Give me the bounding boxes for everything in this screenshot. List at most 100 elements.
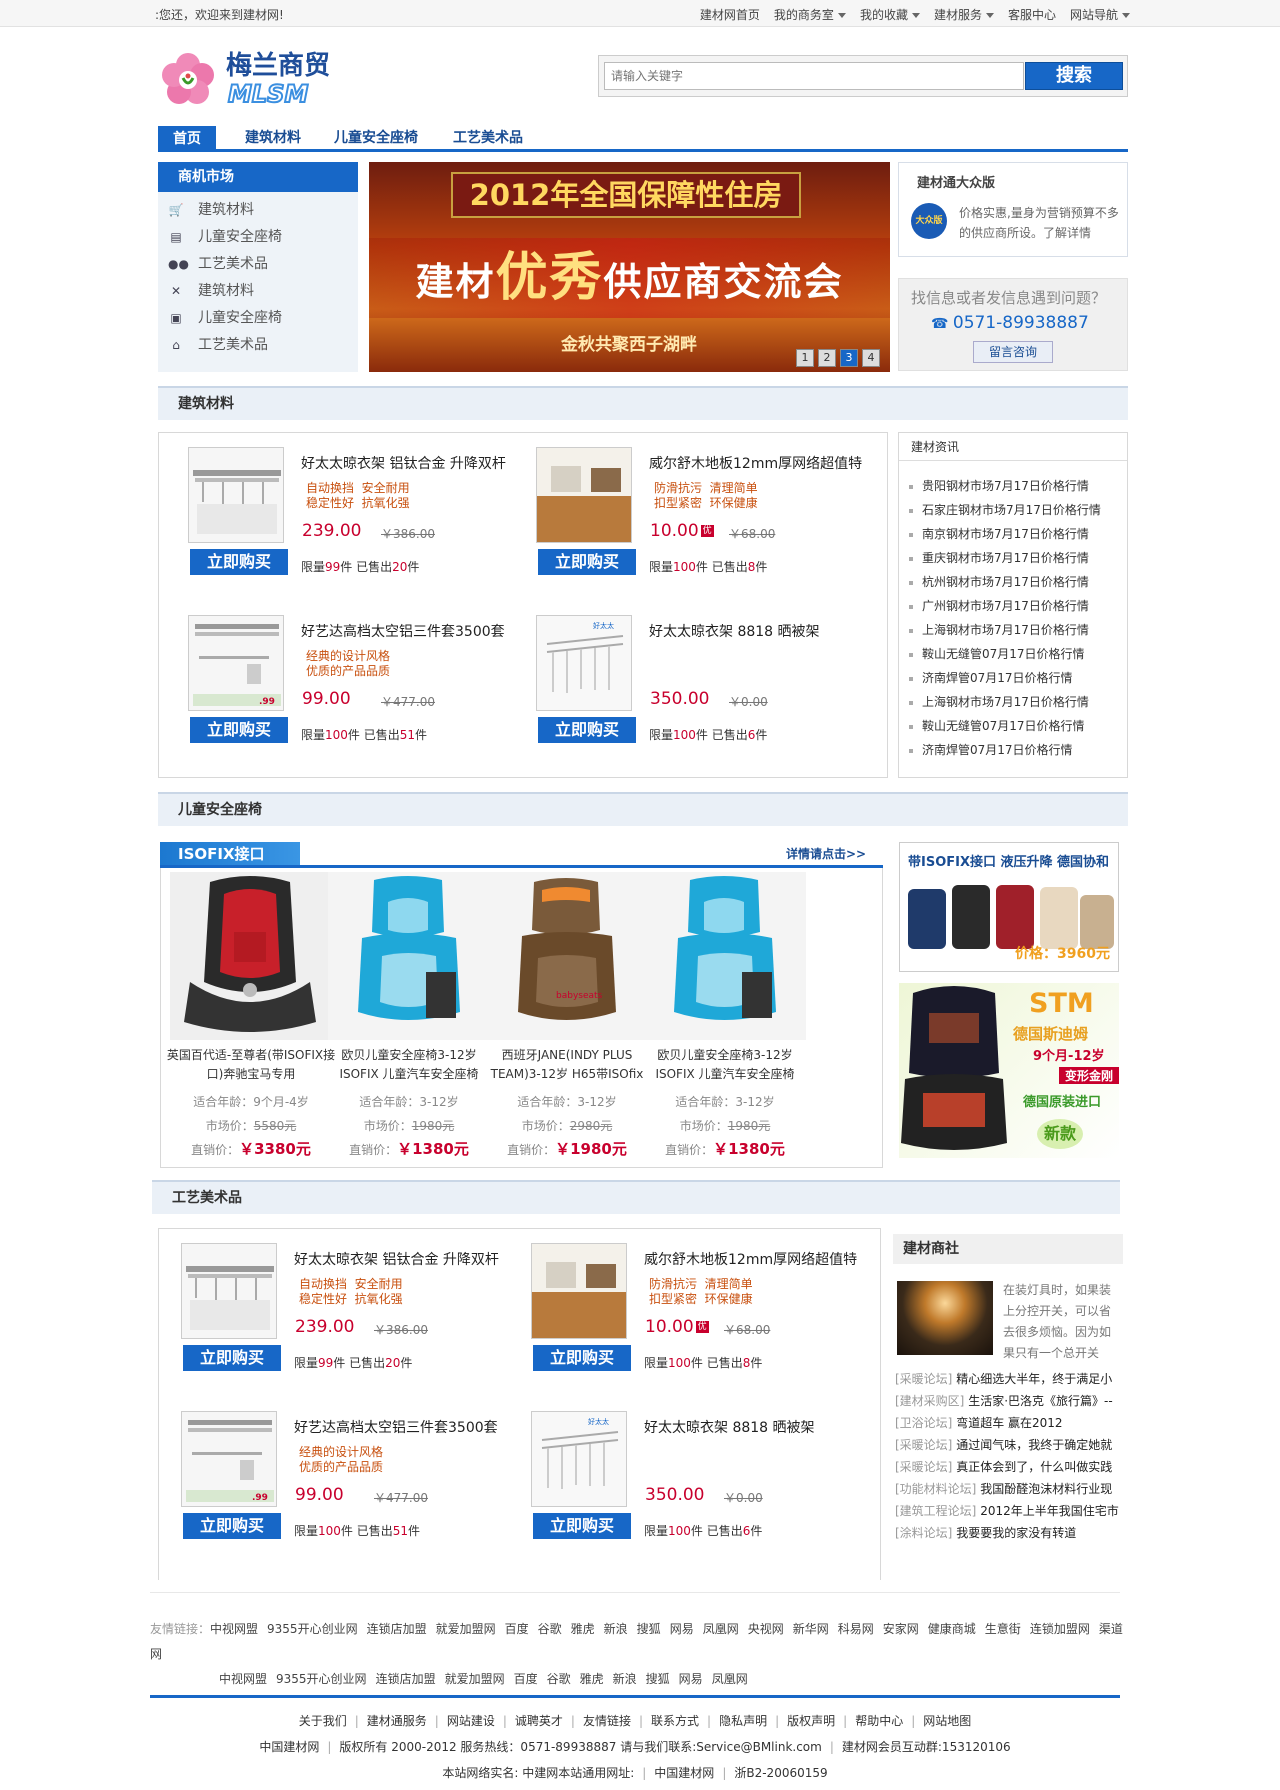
isofix-ad[interactable]: 带ISOFIX接口 液压升降 德国协和 价格：3960元 bbox=[899, 842, 1119, 972]
footer-link[interactable]: 网站地图 bbox=[923, 1714, 971, 1728]
friend-link[interactable]: 凤凰网 bbox=[712, 1672, 748, 1686]
ceiling-lamp-icon[interactable] bbox=[897, 1281, 993, 1355]
friend-link[interactable]: 中视网盟 bbox=[210, 1622, 258, 1636]
news-item[interactable]: 石家庄钢材市场7月17日价格行情 bbox=[909, 501, 1101, 518]
shop-item[interactable]: [建材采购区] 生活家·巴洛克《旅行篇》-- bbox=[895, 1392, 1113, 1409]
news-item[interactable]: 济南焊管07月17日价格行情 bbox=[909, 741, 1073, 758]
product-image[interactable] bbox=[536, 447, 632, 543]
friend-link[interactable]: 央视网 bbox=[748, 1622, 784, 1636]
buy-now-button[interactable]: 立即购买 bbox=[538, 717, 636, 743]
shop-item[interactable]: [采暖论坛] 真正体会到了，什么叫做实践 bbox=[895, 1458, 1112, 1475]
more-details-link[interactable]: 详情请点击>> bbox=[786, 845, 866, 862]
friend-link[interactable]: 健康商城 bbox=[928, 1622, 976, 1636]
banner-page-button[interactable]: 4 bbox=[862, 349, 880, 367]
market-item[interactable]: ✕ 建筑材料 bbox=[168, 279, 254, 303]
friend-link[interactable]: 安家网 bbox=[883, 1622, 919, 1636]
market-item[interactable]: ⌂ 工艺美术品 bbox=[168, 333, 268, 357]
news-item[interactable]: 上海钢材市场7月17日价格行情 bbox=[909, 621, 1089, 638]
promo-card-text[interactable]: 价格实惠,量身为营销预算不多的供应商所设。了解详情 bbox=[959, 203, 1119, 243]
buy-now-button[interactable]: 立即购买 bbox=[538, 549, 636, 575]
site-logo[interactable]: 梅兰商贸 MLSM bbox=[158, 48, 368, 110]
footer-link[interactable]: 友情链接 bbox=[583, 1714, 631, 1728]
seat-name[interactable]: 欧贝儿童安全座椅3-12岁ISOFIX 儿童汽车安全座椅 bbox=[639, 1046, 811, 1084]
news-item[interactable]: 重庆钢材市场7月17日价格行情 bbox=[909, 549, 1089, 566]
market-item[interactable]: ▣ 儿童安全座椅 bbox=[168, 306, 282, 330]
friend-link[interactable]: 连锁加盟网 bbox=[1030, 1622, 1090, 1636]
seat-image[interactable] bbox=[170, 872, 332, 1040]
news-item[interactable]: 南京钢材市场7月17日价格行情 bbox=[909, 525, 1089, 542]
footer-link[interactable]: 隐私声明 bbox=[719, 1714, 767, 1728]
friend-link[interactable]: 生意街 bbox=[985, 1622, 1021, 1636]
footer-link[interactable]: 版权声明 bbox=[787, 1714, 835, 1728]
market-item[interactable]: ▤ 儿童安全座椅 bbox=[168, 225, 282, 249]
seat-image[interactable] bbox=[644, 872, 806, 1040]
footer-link[interactable]: 网站建设 bbox=[447, 1714, 495, 1728]
shop-item[interactable]: [涂料论坛] 我要要我的家没有转道 bbox=[895, 1524, 1076, 1541]
friend-link[interactable]: 连锁店加盟 bbox=[376, 1672, 436, 1686]
friend-link[interactable]: 谷歌 bbox=[538, 1622, 562, 1636]
news-item[interactable]: 上海钢材市场7月17日价格行情 bbox=[909, 693, 1089, 710]
friend-link[interactable]: 连锁店加盟 bbox=[367, 1622, 427, 1636]
shop-item[interactable]: [采暖论坛] 通过闻气味，我终于确定她就 bbox=[895, 1436, 1112, 1453]
friend-link[interactable]: 新浪 bbox=[604, 1622, 628, 1636]
nav-home[interactable]: 首页 bbox=[158, 126, 216, 152]
product-image[interactable]: 好太太 bbox=[536, 615, 632, 711]
banner-page-button[interactable]: 2 bbox=[818, 349, 836, 367]
buy-now-button[interactable]: 立即购买 bbox=[533, 1345, 631, 1371]
search-input[interactable] bbox=[604, 62, 1024, 90]
isofix-tab[interactable]: ISOFIX接口 bbox=[160, 842, 300, 866]
seat-image[interactable] bbox=[328, 872, 490, 1040]
seat-name[interactable]: 西班牙JANE(INDY PLUS TEAM)3-12岁 H65带ISOfix bbox=[481, 1046, 653, 1084]
shop-item[interactable]: [建筑工程论坛] 2012年上半年我国住宅市 bbox=[895, 1502, 1119, 1519]
product-image[interactable] bbox=[531, 1243, 627, 1339]
friend-link[interactable]: 新浪 bbox=[613, 1672, 637, 1686]
shop-intro[interactable]: 在装灯具时，如果装上分控开关，可以省去很多烦恼。因为如果只有一个总开关 bbox=[1003, 1280, 1119, 1364]
friend-link[interactable]: 就爱加盟网 bbox=[445, 1672, 505, 1686]
product-name[interactable]: 好太太晾衣架 铝钛合金 升降双杆 bbox=[294, 1249, 499, 1269]
footer-link[interactable]: 诚聘英才 bbox=[515, 1714, 563, 1728]
friend-link[interactable]: 百度 bbox=[505, 1622, 529, 1636]
friend-link[interactable]: 搜狐 bbox=[646, 1672, 670, 1686]
top-link-home[interactable]: 建材网首页 bbox=[700, 6, 760, 23]
news-item[interactable]: 贵阳钢材市场7月17日价格行情 bbox=[909, 477, 1089, 494]
news-item[interactable]: 济南焊管07月17日价格行情 bbox=[909, 669, 1073, 686]
product-image[interactable]: .99 bbox=[181, 1411, 277, 1507]
stm-ad[interactable]: STM 德国斯迪姆 9个月-12岁 变形金刚 德国原装进口 新款 bbox=[899, 983, 1119, 1158]
friend-link[interactable]: 科易网 bbox=[838, 1622, 874, 1636]
news-item[interactable]: 广州钢材市场7月17日价格行情 bbox=[909, 597, 1089, 614]
product-image[interactable]: 好太太 bbox=[531, 1411, 627, 1507]
product-name[interactable]: 好太太晾衣架 8818 晒被架 bbox=[649, 621, 820, 641]
footer-site-link[interactable]: 中国建材网 bbox=[654, 1766, 714, 1780]
friend-link[interactable]: 雅虎 bbox=[580, 1672, 604, 1686]
top-link-sitemap[interactable]: 网站导航 bbox=[1070, 6, 1130, 23]
product-name[interactable]: 好太太晾衣架 铝钛合金 升降双杆 bbox=[301, 453, 506, 473]
friend-link[interactable]: 凤凰网 bbox=[703, 1622, 739, 1636]
friend-link[interactable]: 谷歌 bbox=[547, 1672, 571, 1686]
news-item[interactable]: 杭州钢材市场7月17日价格行情 bbox=[909, 573, 1089, 590]
top-link-office[interactable]: 我的商务室 bbox=[774, 6, 846, 23]
friend-link[interactable]: 中视网盟 bbox=[219, 1672, 267, 1686]
friend-link[interactable]: 9355开心创业网 bbox=[276, 1672, 367, 1686]
friend-link[interactable]: 网易 bbox=[679, 1672, 703, 1686]
shop-item[interactable]: [采暖论坛] 精心细选大半年，终于满足小 bbox=[895, 1370, 1112, 1387]
seat-name[interactable]: 欧贝儿童安全座椅3-12岁ISOFIX 儿童汽车安全座椅 bbox=[323, 1046, 495, 1084]
buy-now-button[interactable]: 立即购买 bbox=[183, 1345, 281, 1371]
leave-message-button[interactable]: 留言咨询 bbox=[973, 341, 1053, 363]
seat-image[interactable]: babyseats bbox=[486, 872, 648, 1040]
product-name[interactable]: 威尔舒木地板12mm厚网络超值特 bbox=[649, 453, 862, 473]
friend-link[interactable]: 雅虎 bbox=[571, 1622, 595, 1636]
shop-item[interactable]: [功能材料论坛] 我国酚醛泡沫材料行业现 bbox=[895, 1480, 1112, 1497]
market-item[interactable]: ●● 工艺美术品 bbox=[168, 252, 268, 276]
friend-link[interactable]: 网易 bbox=[670, 1622, 694, 1636]
footer-link[interactable]: 联系方式 bbox=[651, 1714, 699, 1728]
footer-link[interactable]: 关于我们 bbox=[299, 1714, 347, 1728]
search-button[interactable]: 搜索 bbox=[1025, 62, 1123, 90]
friend-link[interactable]: 就爱加盟网 bbox=[436, 1622, 496, 1636]
promo-banner[interactable]: 2012年全国保障性住房 建材优秀供应商交流会 金秋共聚西子湖畔 1 2 3 4 bbox=[369, 162, 890, 372]
news-item[interactable]: 鞍山无缝管07月17日价格行情 bbox=[909, 645, 1085, 662]
product-name[interactable]: 好太太晾衣架 8818 晒被架 bbox=[644, 1417, 815, 1437]
footer-site-name[interactable]: 中国建材网 bbox=[259, 1740, 319, 1754]
product-image[interactable] bbox=[188, 447, 284, 543]
buy-now-button[interactable]: 立即购买 bbox=[190, 717, 288, 743]
nav-building-materials[interactable]: 建筑材料 bbox=[230, 125, 316, 152]
